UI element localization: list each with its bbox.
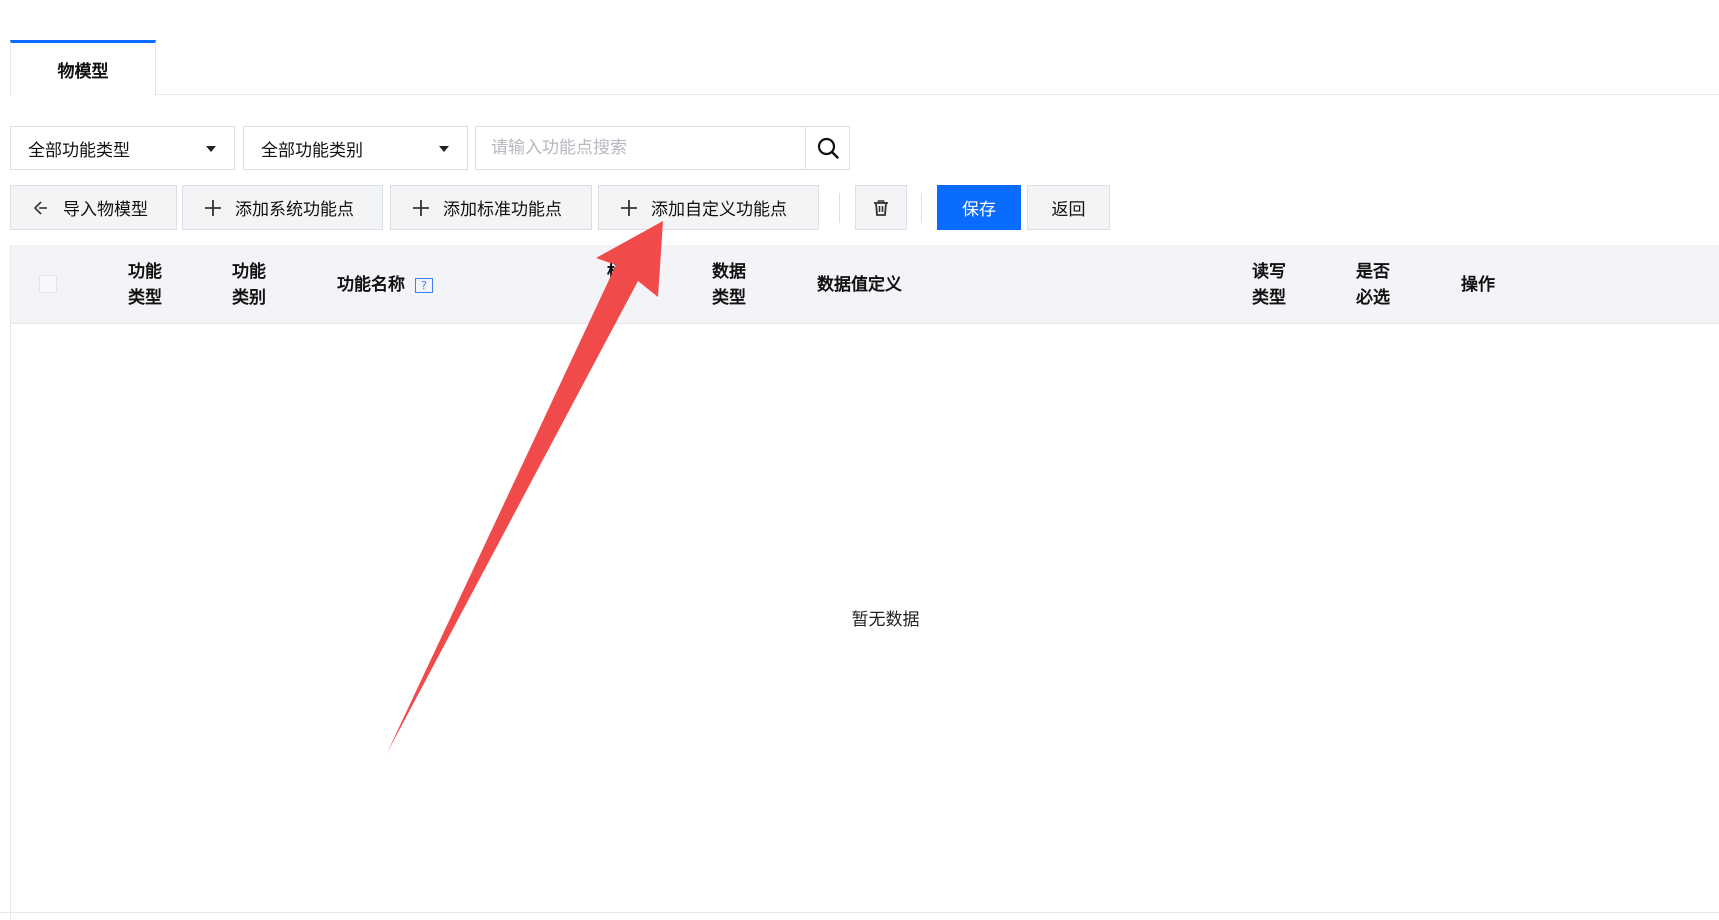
trash-icon <box>874 199 888 216</box>
function-type-select[interactable]: 全部功能类型 <box>10 126 235 170</box>
column-header-function-type[interactable]: 功能类型 <box>128 259 168 311</box>
plus-icon <box>203 198 223 218</box>
empty-state-text: 暂无数据 <box>851 610 920 630</box>
delete-button[interactable] <box>855 185 907 230</box>
save-button-label: 保存 <box>962 200 996 220</box>
column-header-required[interactable]: 是否必选 <box>1356 259 1396 311</box>
import-button-label: 导入物模型 <box>63 200 148 220</box>
function-category-select-value: 全部功能类别 <box>261 140 363 161</box>
function-search <box>475 126 850 170</box>
add-custom-function-button[interactable]: 添加自定义功能点 <box>598 185 819 230</box>
add-system-function-button[interactable]: 添加系统功能点 <box>182 185 383 230</box>
function-type-select-value: 全部功能类型 <box>28 140 130 161</box>
import-thing-model-button[interactable]: 导入物模型 <box>10 185 177 230</box>
toolbar-divider <box>839 193 840 223</box>
back-button[interactable]: 返回 <box>1027 185 1110 230</box>
column-header-function-name-label: 功能名称 <box>337 275 405 295</box>
caret-down-icon <box>206 146 216 152</box>
add-custom-function-label: 添加自定义功能点 <box>651 200 787 220</box>
column-header-rw-type[interactable]: 读写类型 <box>1252 259 1292 311</box>
search-input[interactable] <box>476 127 805 169</box>
add-standard-function-label: 添加标准功能点 <box>443 200 562 220</box>
function-table: 功能类型 功能类别 功能名称? 标识符 数据类型 数据值定义 读写类型 是否必选… <box>10 245 1719 920</box>
column-header-identifier[interactable]: 标识符 <box>607 259 647 311</box>
select-all-checkbox[interactable] <box>39 275 57 293</box>
toolbar-divider <box>921 193 922 223</box>
table-header: 功能类型 功能类别 功能名称? 标识符 数据类型 数据值定义 读写类型 是否必选… <box>11 245 1719 324</box>
column-header-data-type[interactable]: 数据类型 <box>712 259 752 311</box>
column-header-function-name[interactable]: 功能名称? <box>337 272 433 298</box>
add-standard-function-button[interactable]: 添加标准功能点 <box>390 185 592 230</box>
column-header-action: 操作 <box>1461 275 1495 295</box>
back-button-label: 返回 <box>1051 200 1086 220</box>
tab-thing-model-label: 物模型 <box>57 62 109 82</box>
search-button[interactable] <box>805 127 849 169</box>
table-bottom-border <box>0 912 1719 913</box>
save-button[interactable]: 保存 <box>937 185 1021 230</box>
tab-thing-model[interactable]: 物模型 <box>10 40 156 96</box>
function-category-select[interactable]: 全部功能类别 <box>243 126 468 170</box>
column-header-data-definition[interactable]: 数据值定义 <box>817 272 902 298</box>
add-system-function-label: 添加系统功能点 <box>235 200 354 220</box>
column-header-function-category[interactable]: 功能类别 <box>232 259 272 311</box>
plus-icon <box>619 198 639 218</box>
plus-icon <box>411 198 431 218</box>
tab-bar: 物模型 <box>10 40 1719 96</box>
import-icon <box>31 198 51 218</box>
help-icon[interactable]: ? <box>415 277 433 293</box>
caret-down-icon <box>439 146 449 152</box>
search-icon <box>817 137 839 159</box>
